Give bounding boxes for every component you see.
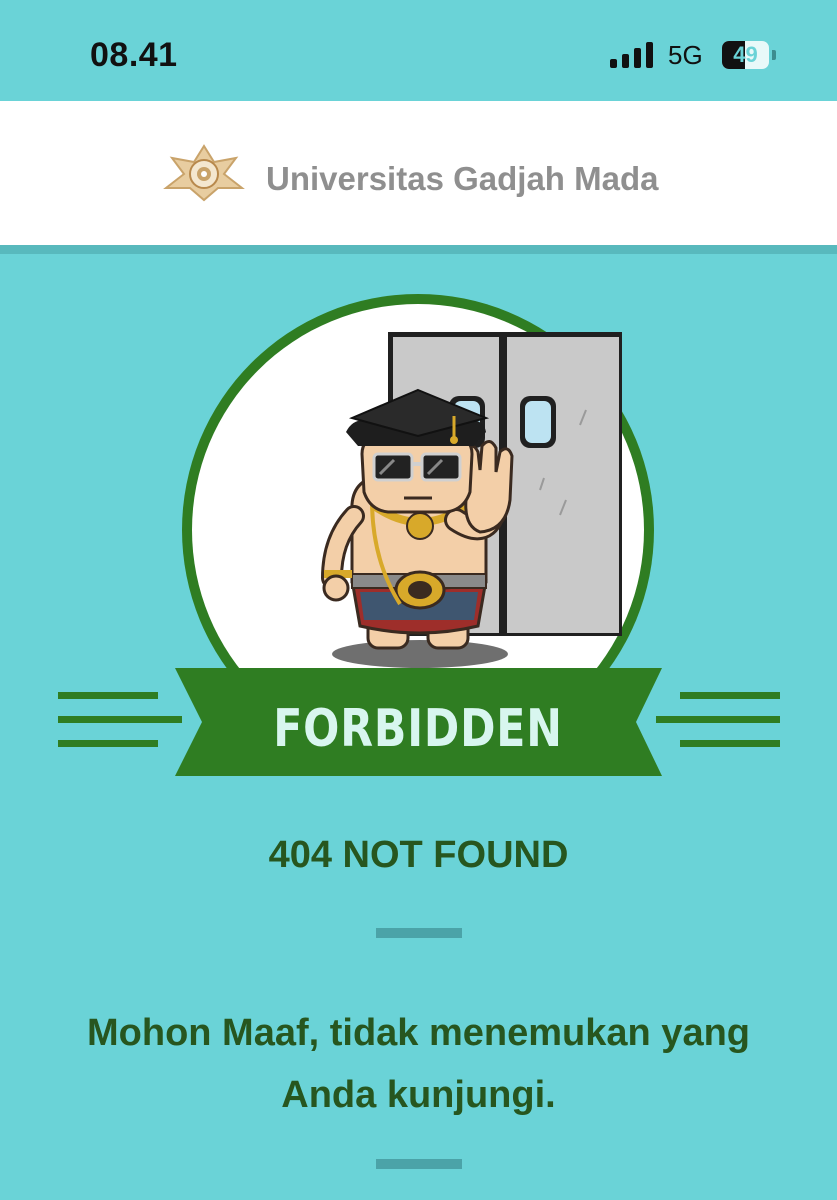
mascot-shadow: [332, 640, 508, 668]
divider-top: [376, 928, 462, 938]
divider-bottom: [376, 1159, 462, 1169]
battery-level: 49: [733, 42, 758, 67]
status-time: 08.41: [90, 36, 178, 74]
right-stripes-icon: [656, 692, 780, 747]
banner-text: FORBIDDEN: [273, 699, 563, 759]
ugm-logo-icon[interactable]: [162, 144, 246, 202]
header-divider: [0, 245, 837, 254]
error-code-heading: 404 NOT FOUND: [268, 834, 569, 876]
status-bar: 08.41 5G 49: [0, 0, 837, 101]
site-title[interactable]: Universitas Gadjah Mada: [266, 160, 658, 198]
battery-icon: 49: [722, 41, 769, 69]
error-message: Mohon Maaf, tidak menemukan yang Anda ku…: [87, 1012, 750, 1116]
forbidden-illustration: FORBIDDEN: [58, 294, 780, 776]
network-label: 5G: [668, 40, 703, 70]
signal-icon: [610, 42, 653, 68]
left-stripes-icon: [58, 692, 182, 747]
battery-nub: [772, 50, 776, 60]
